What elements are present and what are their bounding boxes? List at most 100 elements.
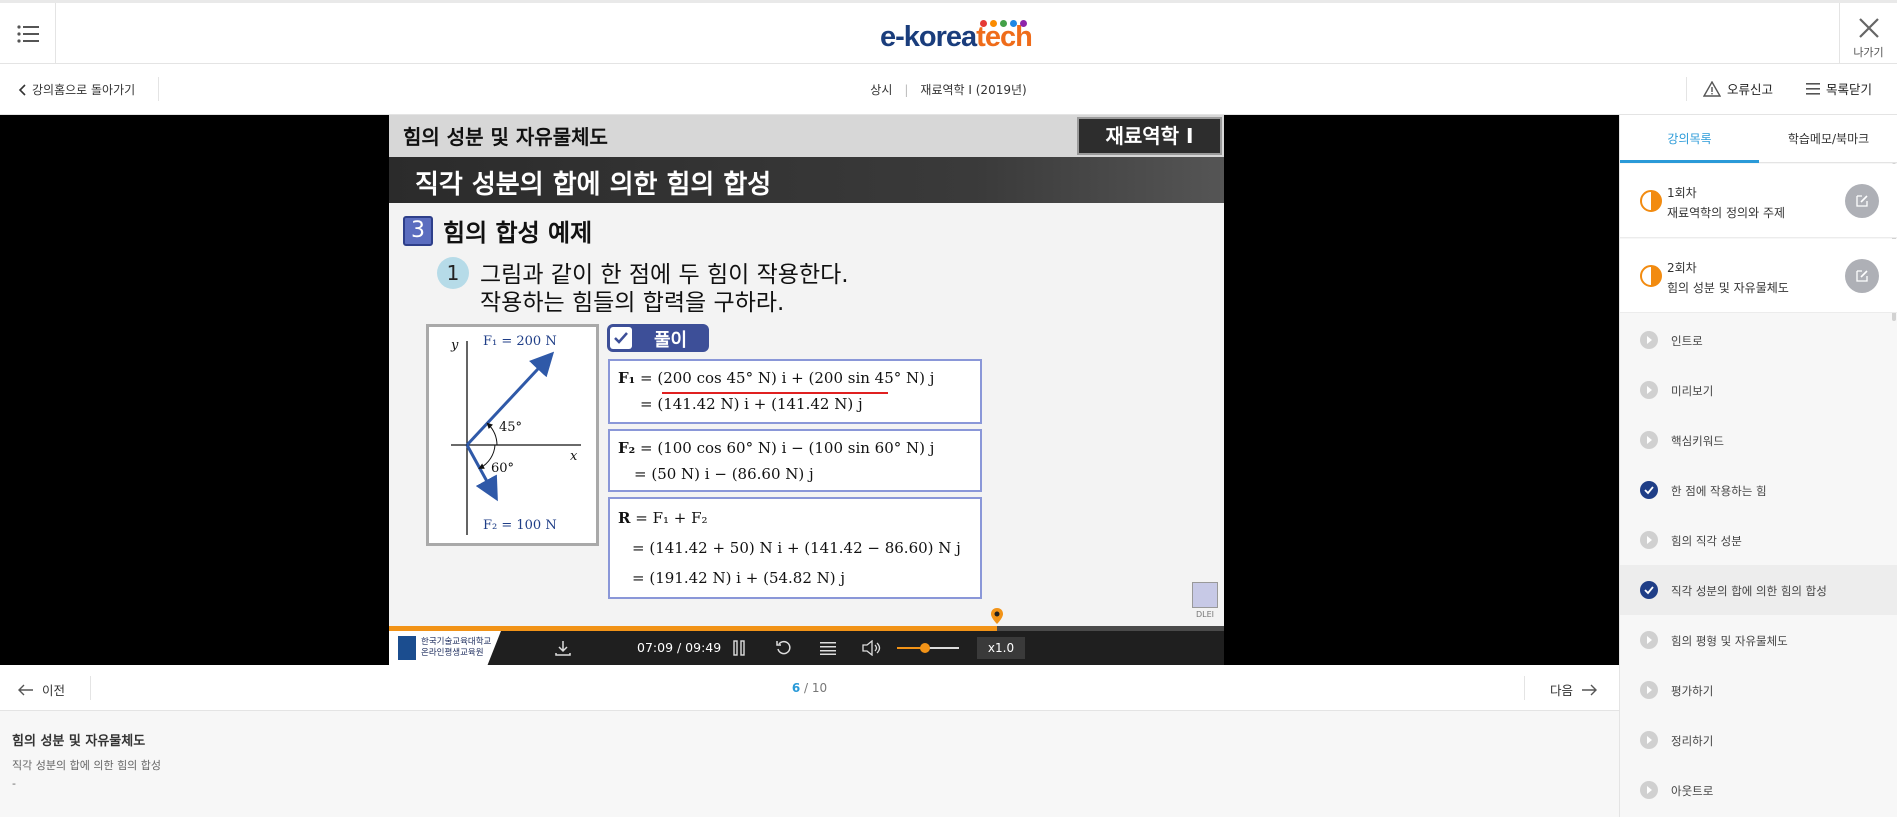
close-list-button[interactable]: 목록닫기 <box>1806 79 1872 98</box>
lecture-subtitle: 직각 성분의 합에 의한 힘의 합성 <box>12 759 162 772</box>
video-stage[interactable]: 힘의 성분 및 자유물체도 재료역학 I 직각 성분의 합에 의한 힘의 합성 … <box>0 115 1619 665</box>
location-pin-icon[interactable] <box>990 607 1004 625</box>
play-circle-icon <box>1640 531 1658 549</box>
checkmark-icon <box>610 327 632 349</box>
eq-line: = (141.42 + 50) N i + (141.42 − 86.60) N… <box>632 539 961 557</box>
arrow-right-icon <box>1582 684 1598 695</box>
progress-pie-icon <box>1640 190 1662 212</box>
menu-button[interactable] <box>0 3 56 64</box>
slide-header-title: 힘의 성분 및 자유물체도 <box>403 125 608 149</box>
close-icon <box>1858 18 1879 38</box>
replay-icon <box>776 640 791 655</box>
edit-icon <box>1856 270 1868 282</box>
x-axis-label: x <box>570 449 578 464</box>
play-circle-icon <box>1640 381 1658 399</box>
report-error-button[interactable]: 오류신고 <box>1703 79 1773 98</box>
y-axis-label: y <box>450 338 459 353</box>
replay-button[interactable] <box>772 631 796 665</box>
lesson-item[interactable]: 한 점에 작용하는 힘 <box>1620 465 1897 515</box>
volume-slider[interactable] <box>897 643 959 653</box>
eq-line: = (100 cos 60° N) i − (100 sin 60° N) j <box>640 439 935 457</box>
exit-button[interactable]: 나가기 <box>1839 3 1897 64</box>
subject-badge: 재료역학 I <box>1077 117 1222 155</box>
tab-memo-bookmark[interactable]: 학습메모/북마크 <box>1759 115 1897 163</box>
eq-line: = (191.42 N) i + (54.82 N) j <box>632 569 846 587</box>
hamburger-icon <box>1806 82 1820 95</box>
slide-band-title: 직각 성분의 합에 의한 힘의 합성 <box>415 170 772 200</box>
angle-60-label: 60° <box>491 461 514 476</box>
sidebar: 강의목록 학습메모/북마크 1회차 재료역학의 정의와 주제 2회차 힘의 성분… <box>1619 115 1897 817</box>
lesson-label: 힘의 직각 성분 <box>1671 534 1742 548</box>
download-button[interactable] <box>549 631 577 665</box>
eq-lhs: F₁ <box>618 369 636 387</box>
org-emblem <box>398 636 416 660</box>
eq-lhs: F₂ <box>618 439 636 457</box>
lesson-item[interactable]: 평가하기 <box>1620 665 1897 715</box>
logo-dot <box>980 20 987 27</box>
lesson-item[interactable]: 핵심키워드 <box>1620 415 1897 465</box>
force-diagram: y x F₁ = 200 N F₂ = 100 N 45° 60° <box>426 324 599 546</box>
section-number: 3 <box>403 215 433 246</box>
chapter-title: 힘의 성분 및 자유물체도 <box>1667 281 1789 295</box>
playback-time: 07:09 / 09:49 <box>637 640 722 655</box>
lesson-item[interactable]: 직각 성분의 합에 의한 힘의 합성 <box>1620 565 1897 615</box>
mute-button[interactable] <box>860 631 886 665</box>
equation-f1: F₁ = (200 cos 45° N) i + (200 sin 45° N)… <box>608 359 982 424</box>
eq-line: = F₁ + F₂ <box>635 509 708 527</box>
pause-icon <box>733 640 745 656</box>
lesson-label: 직각 성분의 합에 의한 힘의 합성 <box>1671 584 1827 598</box>
breadcrumb: 상시 | 재료역학 I (2019년) <box>0 81 1897 98</box>
play-circle-icon <box>1640 631 1658 649</box>
lesson-item[interactable]: 힘의 직각 성분 <box>1620 515 1897 565</box>
eq-lhs: R <box>618 509 631 527</box>
question-number: 1 <box>437 257 469 289</box>
edit-icon <box>1856 195 1868 207</box>
site-logo[interactable]: e-koreatech <box>880 17 1033 53</box>
exit-label: 나가기 <box>1853 46 1884 59</box>
play-circle-icon <box>1640 731 1658 749</box>
org-name: 온라인평생교육원 <box>421 648 484 658</box>
play-circle-icon <box>1640 681 1658 699</box>
next-button[interactable]: 다음 <box>1550 680 1598 699</box>
list-menu-icon <box>16 24 39 43</box>
lesson-label: 힘의 평형 및 자유물체도 <box>1671 634 1788 648</box>
eq-line: = (141.42 N) i + (141.42 N) j <box>640 395 863 413</box>
lesson-item[interactable]: 힘의 평형 및 자유물체도 <box>1620 615 1897 665</box>
report-error-label: 오류신고 <box>1727 82 1774 97</box>
solution-label: 풀이 <box>654 330 688 351</box>
section-title: 힘의 합성 예제 <box>443 219 593 247</box>
slide-header: 힘의 성분 및 자유물체도 재료역학 I <box>389 115 1224 157</box>
lesson-item[interactable]: 정리하기 <box>1620 715 1897 765</box>
check-circle-icon <box>1640 581 1658 599</box>
lesson-item[interactable]: 미리보기 <box>1620 365 1897 415</box>
highlight-underline <box>662 392 888 394</box>
check-circle-icon <box>1640 481 1658 499</box>
pause-button[interactable] <box>727 631 751 665</box>
lesson-label: 한 점에 작용하는 힘 <box>1671 484 1767 498</box>
lecture-title: 힘의 성분 및 자유물체도 <box>12 734 146 749</box>
lesson-item[interactable]: 인트로 <box>1620 315 1897 365</box>
lecture-slide: 힘의 성분 및 자유물체도 재료역학 I 직각 성분의 합에 의한 힘의 합성 … <box>389 115 1224 630</box>
playlist-button[interactable] <box>816 631 840 665</box>
org-logo: 한국기술교육대학교 온라인평생교육원 <box>389 631 501 665</box>
memo-button[interactable] <box>1845 184 1879 218</box>
logo-dot <box>1010 20 1017 27</box>
chapter-item[interactable]: 1회차 재료역학의 정의와 주제 <box>1620 164 1897 238</box>
playback-speed-button[interactable]: x1.0 <box>977 637 1025 659</box>
angle-45-label: 45° <box>499 420 522 435</box>
dlei-logo <box>1192 582 1218 608</box>
eq-line: = (50 N) i − (86.60 N) j <box>634 465 814 483</box>
breadcrumb-course: 재료역학 I (2019년) <box>920 83 1027 97</box>
lesson-label: 핵심키워드 <box>1671 434 1724 448</box>
memo-button[interactable] <box>1845 259 1879 293</box>
equation-f2: F₂ = (100 cos 60° N) i − (100 sin 60° N)… <box>608 429 982 492</box>
play-circle-icon <box>1640 781 1658 799</box>
lesson-item[interactable]: 아웃트로 <box>1620 765 1897 815</box>
page-navigation: 이전 6 / 10 다음 <box>0 665 1619 711</box>
divider <box>1524 676 1525 700</box>
org-name: 한국기술교육대학교 <box>421 637 492 647</box>
lesson-label: 아웃트로 <box>1671 784 1714 798</box>
chapter-item[interactable]: 2회차 힘의 성분 및 자유물체도 <box>1620 239 1897 313</box>
volume-knob[interactable] <box>919 643 930 653</box>
tab-lecture-list[interactable]: 강의목록 <box>1620 115 1759 163</box>
